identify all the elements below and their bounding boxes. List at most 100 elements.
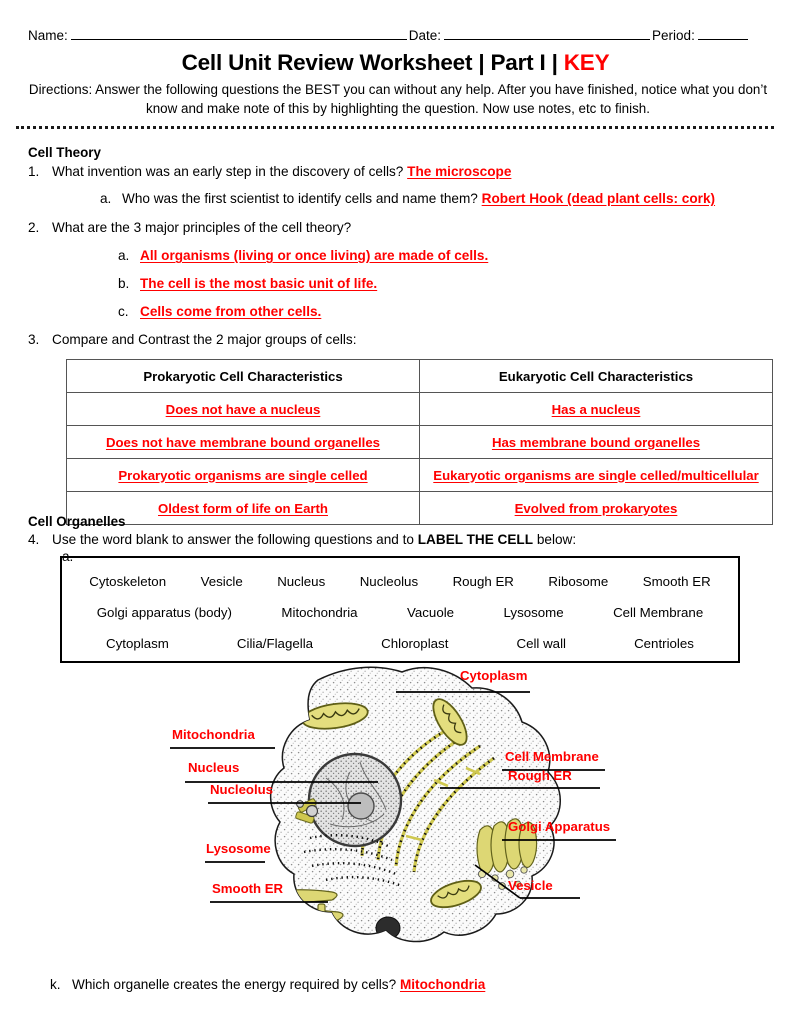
table-row: Oldest form of life on Earth Evolved fro… (66, 491, 773, 525)
question-2a-answer: All organisms (living or once living) ar… (140, 248, 489, 263)
period-blank[interactable] (697, 29, 748, 40)
question-k-answer: Mitochondria (399, 977, 486, 992)
table-row: Prokaryotic organisms are single celled … (66, 458, 773, 492)
label-cytoplasm: Cytoplasm (460, 668, 528, 683)
question-2: 2. What are the 3 major principles of the… (28, 220, 351, 235)
question-3-number: 3. (28, 332, 40, 347)
word-bank-item: Ribosome (548, 574, 609, 589)
word-bank-item: Centrioles (634, 636, 694, 651)
question-4-text-pre: Use the word blank to answer the followi… (52, 532, 418, 547)
period-label: Period: (652, 28, 695, 43)
table-cell-eukaryotic-4: Evolved from prokaryotes (419, 491, 773, 525)
question-2-text: What are the 3 major principles of the c… (52, 220, 352, 235)
word-bank-box: Cytoskeleton Vesicle Nucleus Nucleolus R… (60, 556, 740, 663)
nucleus-shape (307, 752, 403, 848)
page-title-key: KEY (563, 50, 610, 75)
question-4a-number: a. (62, 549, 74, 564)
question-k-number: k. (50, 977, 61, 992)
word-bank-item: Cytoplasm (106, 636, 169, 651)
prokaryote-eukaryote-table: Prokaryotic Cell Characteristics Eukaryo… (66, 359, 773, 525)
question-1-text: What invention was an early step in the … (52, 164, 404, 179)
label-cell-membrane: Cell Membrane (505, 749, 599, 764)
question-3: 3. Compare and Contrast the 2 major group… (28, 332, 357, 347)
question-1: 1. What invention was an early step in th… (28, 164, 511, 179)
question-2b-answer: The cell is the most basic unit of life. (140, 276, 378, 291)
question-4-number: 4. (28, 532, 40, 547)
cell-organelles-heading: Cell Organelles (28, 514, 126, 529)
question-1-answer: The microscope (407, 164, 512, 179)
word-bank-item: Mitochondria (281, 605, 358, 620)
question-2b-number: b. (118, 276, 130, 291)
table-cell-eukaryotic-1: Has a nucleus (419, 392, 773, 426)
table-row: Does not have membrane bound organelles … (66, 425, 773, 459)
vesicle-shape (305, 804, 319, 818)
vesicle-shape (296, 800, 304, 808)
question-4-text-post: below: (533, 532, 577, 547)
label-lysosome: Lysosome (206, 841, 271, 856)
word-bank-item: Nucleolus (359, 574, 419, 589)
word-bank-item: Cell Membrane (613, 605, 704, 620)
question-4-text-bold: LABEL THE CELL (417, 532, 534, 547)
label-nucleolus: Nucleolus (210, 782, 274, 797)
word-bank-item: Lysosome (503, 605, 564, 620)
directions-text: Directions: Answer the following questio… (28, 82, 768, 116)
table-cell-prokaryotic-1: Does not have a nucleus (66, 392, 420, 426)
smooth-er-shape (270, 889, 344, 937)
cell-theory-heading: Cell Theory (28, 145, 101, 160)
question-2c: c. Cells come from other cells. (118, 304, 321, 319)
page-title-main: Cell Unit Review Worksheet | Part I | (181, 50, 564, 75)
word-bank-item: Cilia/Flagella (236, 636, 314, 651)
table-cell-prokaryotic-2: Does not have membrane bound organelles (66, 425, 420, 459)
word-bank-item: Cytoskeleton (89, 574, 167, 589)
word-bank-item: Nucleus (277, 574, 326, 589)
label-vesicle: Vesicle (508, 878, 553, 893)
word-bank-item: Vesicle (200, 574, 243, 589)
word-bank-item: Cell wall (516, 636, 566, 651)
word-bank-row-1: Cytoskeleton Vesicle Nucleus Nucleolus R… (72, 566, 728, 597)
question-2c-number: c. (118, 304, 129, 319)
question-2a-number: a. (118, 248, 130, 263)
table-header-row: Prokaryotic Cell Characteristics Eukaryo… (66, 359, 773, 393)
page-title: Cell Unit Review Worksheet | Part I | KE… (0, 50, 791, 76)
table-header-eukaryotic: Eukaryotic Cell Characteristics (419, 359, 773, 393)
question-1a-answer: Robert Hook (dead plant cells: cork) (481, 191, 716, 206)
name-label: Name: (28, 28, 68, 43)
table-cell-eukaryotic-2: Has membrane bound organelles (419, 425, 773, 459)
question-1a: a. Who was the first scientist to identif… (100, 191, 715, 206)
question-1-number: 1. (28, 164, 40, 179)
student-info-line: Name: Date: Period: (28, 28, 771, 43)
label-mitochondria: Mitochondria (172, 727, 255, 742)
worksheet-page: Name: Date: Period: Cell Unit Review Wor… (0, 0, 791, 1024)
word-bank-item: Smooth ER (642, 574, 711, 589)
dotted-divider (16, 126, 774, 129)
word-bank-item: Vacuole (407, 605, 455, 620)
word-bank-item: Chloroplast (381, 636, 449, 651)
word-bank-row-3: Cytoplasm Cilia/Flagella Chloroplast Cel… (72, 628, 728, 659)
cell-diagram-svg (170, 666, 616, 943)
table-cell-prokaryotic-3: Prokaryotic organisms are single celled (66, 458, 420, 492)
word-bank-item: Golgi apparatus (body) (96, 605, 232, 620)
label-smooth-er: Smooth ER (212, 881, 284, 896)
word-bank-row-2: Golgi apparatus (body) Mitochondria Vacu… (72, 597, 728, 628)
question-2a: a. All organisms (living or once living) … (118, 248, 488, 263)
question-3-text: Compare and Contrast the 2 major groups … (52, 332, 357, 347)
name-blank[interactable] (70, 29, 407, 40)
nucleolus-shape (347, 792, 375, 820)
label-nucleus: Nucleus (188, 760, 240, 775)
question-1a-text: Who was the first scientist to identify … (122, 191, 478, 206)
question-k: k. Which organelle creates the energy req… (50, 977, 485, 992)
label-golgi-apparatus: Golgi Apparatus (508, 819, 611, 834)
table-row: Does not have a nucleus Has a nucleus (66, 392, 773, 426)
question-k-text: Which organelle creates the energy requi… (72, 977, 397, 992)
date-blank[interactable] (444, 29, 651, 40)
animal-cell-diagram: Cytoplasm Mitochondria Nucleus Nucleolus… (150, 660, 650, 965)
table-header-prokaryotic: Prokaryotic Cell Characteristics (66, 359, 420, 393)
word-bank-item: Rough ER (452, 574, 514, 589)
table-cell-eukaryotic-3: Eukaryotic organisms are single celled/m… (419, 458, 773, 492)
question-4: 4. Use the word blank to answer the follo… (28, 532, 576, 547)
date-label: Date: (408, 28, 442, 43)
question-2-number: 2. (28, 220, 40, 235)
label-rough-er: Rough ER (508, 768, 572, 783)
question-1a-number: a. (100, 191, 112, 206)
question-2c-answer: Cells come from other cells. (140, 304, 322, 319)
